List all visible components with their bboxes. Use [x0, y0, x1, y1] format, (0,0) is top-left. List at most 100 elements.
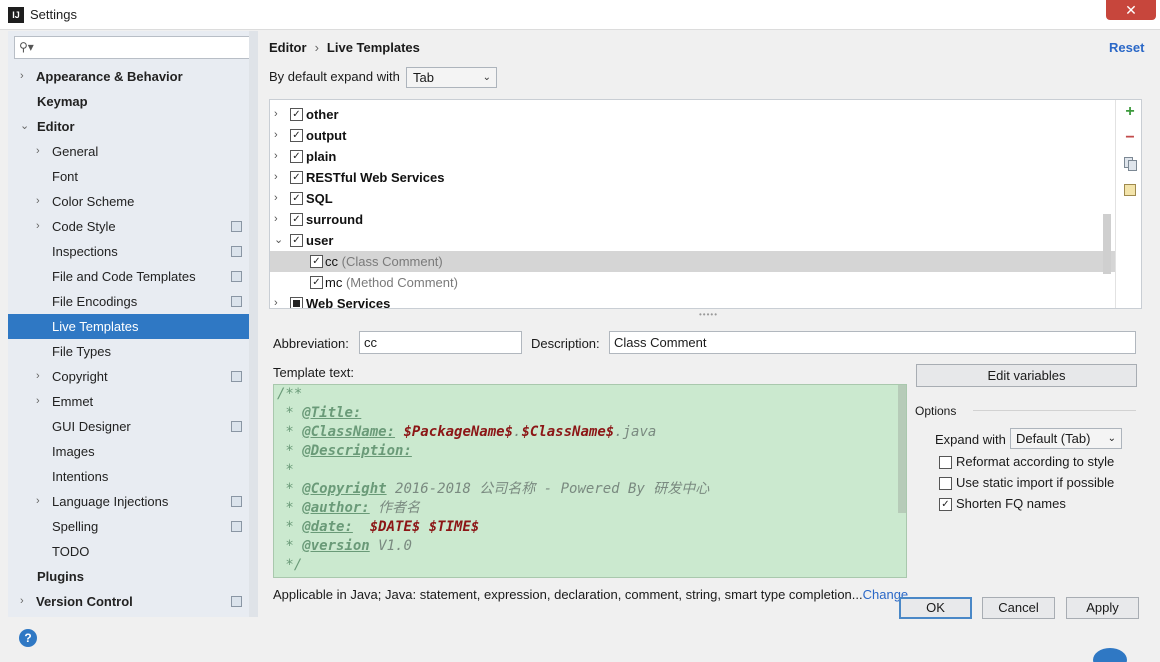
chevron-right-icon[interactable]: ›: [20, 64, 24, 89]
reset-link[interactable]: Reset: [1109, 40, 1144, 55]
chevron-down-icon[interactable]: ⌄: [274, 230, 283, 251]
chevron-right-icon[interactable]: ›: [36, 189, 40, 214]
sidebar-item-label: Code Style: [52, 219, 116, 234]
template-item-checkbox[interactable]: ✓: [310, 276, 323, 289]
sidebar-item-appearance-behavior[interactable]: › Appearance & Behavior: [8, 64, 258, 89]
close-button[interactable]: ✕: [1106, 0, 1156, 20]
sidebar-item-label: Version Control: [36, 594, 133, 609]
template-group-restful[interactable]: › ✓ RESTful Web Services: [270, 167, 1115, 188]
sidebar-item-live-templates[interactable]: Live Templates: [8, 314, 258, 339]
abbreviation-input[interactable]: cc: [359, 331, 522, 354]
template-item-label: mc (Method Comment): [325, 272, 458, 293]
template-item-checkbox[interactable]: ✓: [310, 255, 323, 268]
chevron-right-icon[interactable]: ›: [274, 104, 278, 125]
abbreviation-label: Abbreviation:: [273, 336, 349, 351]
options-title: Options: [915, 404, 957, 418]
sidebar-scrollbar[interactable]: [249, 31, 258, 617]
code-gap: [353, 519, 370, 535]
remove-template-button[interactable]: −: [1122, 130, 1138, 146]
template-group-button[interactable]: [1122, 182, 1138, 198]
edit-variables-button[interactable]: Edit variables: [916, 364, 1137, 387]
sidebar-item-gui-designer[interactable]: GUI Designer: [8, 414, 258, 439]
code-gap: [420, 519, 428, 535]
applicable-contexts: Applicable in Java; Java: statement, exp…: [273, 587, 908, 602]
sidebar-item-language-injections[interactable]: › Language Injections: [8, 489, 258, 514]
settings-search-input[interactable]: ⚲▾: [14, 36, 251, 59]
template-item-mc[interactable]: ✓ mc (Method Comment): [270, 272, 1115, 293]
template-group-checkbox[interactable]: ✓: [290, 192, 303, 205]
reformat-checkbox[interactable]: [939, 456, 952, 469]
shorten-fq-checkbox[interactable]: ✓: [939, 498, 952, 511]
template-group-checkbox[interactable]: ✓: [290, 129, 303, 142]
template-group-plain[interactable]: › ✓ plain: [270, 146, 1115, 167]
template-group-checkbox[interactable]: ✓: [290, 234, 303, 247]
template-group-user[interactable]: ⌄ ✓ user: [270, 230, 1115, 251]
description-input[interactable]: Class Comment: [609, 331, 1136, 354]
static-import-checkbox[interactable]: [939, 477, 952, 490]
sidebar-item-color-scheme[interactable]: › Color Scheme: [8, 189, 258, 214]
template-group-checkbox[interactable]: ✓: [290, 150, 303, 163]
template-group-sql[interactable]: › ✓ SQL: [270, 188, 1115, 209]
project-scope-icon: [231, 371, 242, 382]
template-text-label: Template text:: [273, 365, 354, 380]
sidebar-item-todo[interactable]: TODO: [8, 539, 258, 564]
chevron-right-icon[interactable]: ›: [274, 125, 278, 146]
add-template-button[interactable]: +: [1122, 104, 1138, 120]
sidebar-item-file-and-code-templates[interactable]: File and Code Templates: [8, 264, 258, 289]
chevron-right-icon[interactable]: ›: [274, 146, 278, 167]
breadcrumb-separator: ›: [314, 40, 319, 55]
template-text-editor[interactable]: /** * @Title: * @ClassName: $PackageName…: [273, 384, 907, 578]
template-group-checkbox[interactable]: [290, 297, 303, 308]
sidebar-item-intentions[interactable]: Intentions: [8, 464, 258, 489]
template-text-scrollbar[interactable]: [898, 385, 906, 513]
copy-template-button[interactable]: [1122, 156, 1138, 172]
sidebar-item-font[interactable]: Font: [8, 164, 258, 189]
sidebar-item-code-style[interactable]: › Code Style: [8, 214, 258, 239]
sidebar-item-general[interactable]: › General: [8, 139, 258, 164]
template-group-name: Web Services: [306, 296, 391, 308]
sidebar-item-inspections[interactable]: Inspections: [8, 239, 258, 264]
chevron-right-icon[interactable]: ›: [274, 209, 278, 230]
code-text: 作者名: [369, 500, 421, 516]
code-star: *: [277, 538, 303, 554]
chevron-right-icon[interactable]: ›: [36, 214, 40, 239]
sidebar-item-images[interactable]: Images: [8, 439, 258, 464]
splitter-handle[interactable]: •••••: [699, 310, 718, 319]
chevron-right-icon[interactable]: ›: [36, 139, 40, 164]
chevron-right-icon[interactable]: ›: [20, 589, 24, 614]
template-group-checkbox[interactable]: ✓: [290, 213, 303, 226]
chevron-right-icon[interactable]: ›: [274, 167, 278, 188]
chevron-down-icon[interactable]: ⌄: [20, 114, 29, 139]
options-expand-select[interactable]: Default (Tab) ⌄: [1010, 428, 1122, 449]
help-button[interactable]: ?: [19, 629, 37, 647]
chevron-right-icon[interactable]: ›: [274, 293, 278, 308]
template-group-checkbox[interactable]: ✓: [290, 108, 303, 121]
apply-button[interactable]: Apply: [1066, 597, 1139, 619]
template-group-surround[interactable]: › ✓ surround: [270, 209, 1115, 230]
template-group-checkbox[interactable]: ✓: [290, 171, 303, 184]
chevron-right-icon[interactable]: ›: [36, 489, 40, 514]
default-expand-select[interactable]: Tab ⌄: [406, 67, 497, 88]
template-group-web-services[interactable]: › Web Services: [270, 293, 1115, 308]
ok-button[interactable]: OK: [899, 597, 972, 619]
sidebar-item-label: File Encodings: [52, 294, 138, 309]
templates-scrollbar[interactable]: [1103, 214, 1111, 274]
template-group-other[interactable]: › ✓ other: [270, 104, 1115, 125]
sidebar-item-spelling[interactable]: Spelling: [8, 514, 258, 539]
sidebar-item-emmet[interactable]: › Emmet: [8, 389, 258, 414]
sidebar-item-version-control[interactable]: › Version Control: [8, 589, 258, 614]
sidebar-item-keymap[interactable]: Keymap: [8, 89, 258, 114]
sidebar-item-file-types[interactable]: File Types: [8, 339, 258, 364]
sidebar-item-copyright[interactable]: › Copyright: [8, 364, 258, 389]
settings-sidebar: ⚲▾ › Appearance & Behavior Keymap ⌄ Edit…: [8, 31, 258, 617]
chevron-right-icon[interactable]: ›: [36, 364, 40, 389]
chevron-right-icon[interactable]: ›: [274, 188, 278, 209]
chevron-right-icon[interactable]: ›: [36, 389, 40, 414]
template-group-output[interactable]: › ✓ output: [270, 125, 1115, 146]
template-item-cc[interactable]: ✓ cc (Class Comment): [270, 251, 1115, 272]
code-variable: $DATE$: [369, 519, 421, 535]
sidebar-item-plugins[interactable]: Plugins: [8, 564, 258, 589]
cancel-button[interactable]: Cancel: [982, 597, 1055, 619]
sidebar-item-editor[interactable]: ⌄ Editor: [8, 114, 258, 139]
sidebar-item-file-encodings[interactable]: File Encodings: [8, 289, 258, 314]
